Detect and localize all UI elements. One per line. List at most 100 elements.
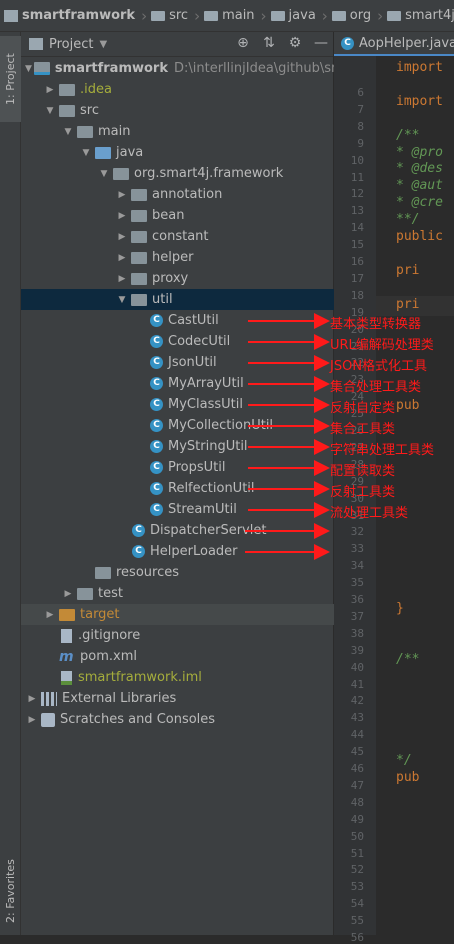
tree-row[interactable]: ▶CStreamUtil	[21, 499, 334, 520]
tree-row[interactable]: ▶CDispatcherServlet	[21, 520, 334, 541]
chevron-right-icon: ›	[377, 6, 384, 25]
tree-row[interactable]: ▶smartframwork.iml	[21, 667, 334, 688]
chevron-down-icon[interactable]: ▼	[61, 127, 75, 137]
line-number: 45	[350, 745, 364, 759]
chevron-right-icon[interactable]: ▶	[115, 190, 129, 200]
tree-row[interactable]: ▶.gitignore	[21, 625, 334, 646]
line-number: 49	[350, 812, 364, 826]
tree-row[interactable]: ▶CMyCollectionUtil	[21, 415, 334, 436]
line-number: 30	[350, 491, 364, 505]
tree-item-label: main	[98, 124, 131, 139]
tree-row[interactable]: ▶ target	[21, 604, 334, 625]
tree-row[interactable]: ▶CMyClassUtil	[21, 394, 334, 415]
tree-row[interactable]: ▼ util	[21, 289, 334, 310]
tree-row[interactable]: ▶CRelfectionUtil	[21, 478, 334, 499]
panel-title[interactable]: Project	[49, 37, 93, 52]
chevron-down-icon[interactable]: ▼	[115, 295, 129, 305]
line-number: 48	[350, 795, 364, 809]
tree-row[interactable]: ▶ .idea	[21, 79, 334, 100]
breadcrumb-item[interactable]: main ›	[204, 6, 267, 25]
tree-row[interactable]: ▼ main	[21, 121, 334, 142]
tree-row[interactable]: ▶CMyArrayUtil	[21, 373, 334, 394]
tree-row[interactable]: ▼ src	[21, 100, 334, 121]
line-number: 41	[350, 677, 364, 691]
line-number: 27	[350, 440, 364, 454]
class-icon: C	[341, 36, 354, 50]
chevron-down-icon[interactable]: ▼	[99, 39, 107, 50]
chevron-right-icon[interactable]: ▶	[25, 715, 39, 725]
chevron-right-icon[interactable]: ▶	[61, 589, 75, 599]
tree-item-label: pom.xml	[80, 649, 137, 664]
class-icon: C	[132, 524, 145, 537]
gear-icon[interactable]: ⚙	[287, 35, 303, 51]
chevron-right-icon[interactable]: ▶	[115, 274, 129, 284]
tree-row[interactable]: ▶resources	[21, 562, 334, 583]
tree-row[interactable]: ▶CPropsUtil	[21, 457, 334, 478]
line-number: 37	[350, 609, 364, 623]
tab-favorites[interactable]: 2: Favorites	[0, 851, 21, 931]
tree-row[interactable]: ▶ test	[21, 583, 334, 604]
tree-row[interactable]: ▼ java	[21, 142, 334, 163]
line-number: 13	[350, 204, 364, 218]
minimize-icon[interactable]: —	[313, 35, 329, 51]
tree-row[interactable]: ▶ External Libraries	[21, 688, 334, 709]
chevron-right-icon[interactable]: ▶	[115, 211, 129, 221]
line-number: 15	[350, 238, 364, 252]
chevron-right-icon[interactable]: ▶	[115, 253, 129, 263]
tree-row[interactable]: ▶CCodecUtil	[21, 331, 334, 352]
tree-row[interactable]: ▶mpom.xml	[21, 646, 334, 667]
scratch-icon	[41, 712, 55, 727]
chevron-down-icon[interactable]: ▼	[97, 169, 111, 179]
locate-icon[interactable]: ⊕	[235, 35, 251, 51]
tree-row[interactable]: ▶ constant	[21, 226, 334, 247]
project-panel: Project ▼ ⊕ ⇅ ⚙ — ▼ smartframwork D:\inter…	[21, 32, 372, 935]
line-number: 35	[350, 576, 364, 590]
folder-icon	[113, 167, 129, 180]
chevron-right-icon[interactable]: ▶	[43, 85, 57, 95]
tree-row[interactable]: ▶ annotation	[21, 184, 334, 205]
tree-row[interactable]: ▶CJsonUtil	[21, 352, 334, 373]
class-icon: C	[150, 314, 163, 327]
chevron-right-icon: ›	[260, 6, 267, 25]
chevron-right-icon[interactable]: ▶	[25, 694, 39, 704]
folder-icon	[387, 10, 402, 21]
tree-row[interactable]: ▶ helper	[21, 247, 334, 268]
chevron-down-icon[interactable]: ▼	[43, 106, 57, 116]
breadcrumb-item[interactable]: smart4j›	[387, 7, 454, 25]
tree-item-label: test	[98, 586, 123, 601]
breadcrumb-item[interactable]: org ›	[331, 6, 384, 25]
class-icon: C	[150, 482, 163, 495]
chevron-right-icon[interactable]: ▶	[115, 232, 129, 242]
tree-row[interactable]: ▶ bean	[21, 205, 334, 226]
breadcrumb-item[interactable]: java ›	[270, 6, 328, 25]
folder-icon	[4, 9, 18, 22]
breadcrumb-item[interactable]: smartframwork ›	[4, 7, 147, 25]
line-number: 18	[350, 288, 364, 302]
editor: 6 7 8 9 10 11 12 13 14 15 16 17 18 19 20 21 22 23 24 25 26 27…	[334, 32, 454, 944]
collapse-all-icon[interactable]: ⇅	[261, 35, 277, 51]
tree-row[interactable]: ▼ org.smart4j.framework	[21, 163, 334, 184]
chevron-right-icon: ›	[321, 6, 328, 25]
tree-item-label: DispatcherServlet	[150, 523, 267, 538]
tab-project[interactable]: 1: Project	[0, 36, 21, 122]
editor-tab[interactable]: C AopHelper.java	[334, 32, 454, 56]
line-number: 25	[350, 407, 364, 421]
code-line: * @pro	[396, 144, 443, 160]
tree-row[interactable]: ▼ smartframwork D:\interllinjIdea\github\s…	[21, 58, 372, 79]
tree-row[interactable]: ▶ Scratches and Consoles	[21, 709, 334, 730]
breadcrumb-item[interactable]: src ›	[151, 7, 200, 25]
chevron-right-icon[interactable]: ▶	[43, 610, 57, 620]
chevron-down-icon[interactable]: ▼	[25, 64, 32, 74]
tree-row[interactable]: ▶ proxy	[21, 268, 334, 289]
line-number: 19	[350, 305, 364, 319]
tree-row[interactable]: ▶CMyStringUtil	[21, 436, 334, 457]
tree-row[interactable]: ▶CHelperLoader	[21, 541, 334, 562]
code-line: **/	[396, 212, 420, 228]
tree-row[interactable]: ▶CCastUtil	[21, 310, 334, 331]
tree-item-label: RelfectionUtil	[168, 481, 255, 496]
class-icon: C	[150, 419, 163, 432]
tree-item-label: org.smart4j.framework	[134, 166, 284, 181]
class-icon: C	[150, 356, 163, 369]
line-number: 44	[350, 728, 364, 742]
chevron-down-icon[interactable]: ▼	[79, 148, 93, 158]
